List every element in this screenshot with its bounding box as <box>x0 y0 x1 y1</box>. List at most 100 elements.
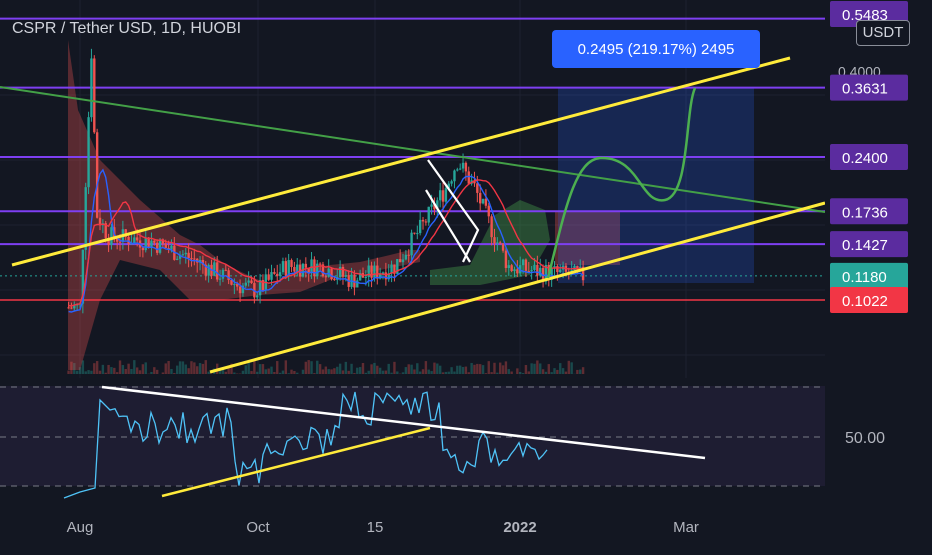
candle-body <box>376 266 378 279</box>
volume-bar <box>145 362 147 374</box>
volume-bar <box>445 372 447 374</box>
volume-bar <box>339 364 341 374</box>
volume-bar <box>542 369 544 374</box>
volume-bar <box>430 371 432 374</box>
volume-bar <box>359 367 361 374</box>
volume-bar <box>376 366 378 374</box>
volume-bar <box>419 372 421 374</box>
candle-body <box>233 284 235 285</box>
candle-body <box>93 58 95 132</box>
time-tick: Oct <box>246 519 270 536</box>
volume-bar <box>485 373 487 374</box>
candle-body <box>190 258 192 259</box>
time-tick: Aug <box>67 519 94 536</box>
candle-body <box>290 260 292 267</box>
volume-bar <box>499 363 501 374</box>
candle-body <box>442 190 444 201</box>
volume-bar <box>93 363 95 374</box>
candle-body <box>419 220 421 233</box>
candle-body <box>325 276 327 277</box>
volume-bar <box>330 369 332 374</box>
volume-bar <box>119 360 121 374</box>
candle-body <box>559 270 561 272</box>
price-chart[interactable]: 0.54830.40000.36310.24000.17360.14270.11… <box>0 0 932 550</box>
candle-body <box>345 275 347 277</box>
volume-bar <box>233 373 235 374</box>
volume-bar <box>545 372 547 374</box>
volume-bar <box>196 366 198 374</box>
candle-body <box>182 254 184 255</box>
chart-stage: 0.54830.40000.36310.24000.17360.14270.11… <box>0 0 932 550</box>
volume-bar <box>510 371 512 374</box>
candle-body <box>490 216 492 237</box>
currency-button[interactable]: USDT <box>856 20 910 46</box>
volume-bar <box>470 363 472 374</box>
volume-bar <box>199 363 201 374</box>
candle-body <box>465 163 467 172</box>
volume-bar <box>490 372 492 374</box>
volume-bar <box>347 371 349 374</box>
volume-bar <box>205 360 207 374</box>
candle-body <box>493 237 495 243</box>
candle-body <box>525 260 527 271</box>
volume-bar <box>382 371 384 374</box>
volume-bar <box>319 364 321 374</box>
volume-bar <box>153 367 155 374</box>
time-tick: Mar <box>673 519 699 536</box>
volume-bar <box>536 360 538 374</box>
volume-bar <box>327 369 329 374</box>
candle-body <box>85 187 87 250</box>
candle-body <box>485 199 487 206</box>
volume-bar <box>519 372 521 374</box>
volume-bar <box>279 373 281 374</box>
volume-bar <box>305 362 307 374</box>
volume-bar <box>448 372 450 374</box>
candle-body <box>476 183 478 193</box>
volume-bar <box>576 370 578 374</box>
volume-bar <box>465 367 467 374</box>
candle-body <box>250 281 252 283</box>
candle-body <box>165 244 167 248</box>
volume-bar <box>533 364 535 374</box>
volume-bar <box>362 363 364 374</box>
candle-body <box>339 267 341 277</box>
volume-bar <box>459 366 461 374</box>
volume-bar <box>450 367 452 374</box>
volume-bar <box>293 371 295 374</box>
candle-body <box>365 277 367 278</box>
projection-label: 0.2495 (219.17%) 2495 <box>578 41 735 58</box>
candle-body <box>536 265 538 276</box>
candle-body <box>187 253 189 258</box>
volume-bar <box>87 370 89 374</box>
candle-body <box>213 262 215 275</box>
volume-bar <box>107 365 109 374</box>
volume-bar <box>225 372 227 374</box>
volume-bar <box>333 368 335 374</box>
volume-bar <box>428 370 430 374</box>
volume-bar <box>473 365 475 374</box>
volume-bar <box>422 369 424 374</box>
volume-bar <box>290 370 292 374</box>
candle-body <box>119 242 121 243</box>
volume-bar <box>167 361 169 374</box>
candle-body <box>153 241 155 243</box>
volume-bar <box>310 361 312 374</box>
candle-body <box>247 281 249 283</box>
candle-body <box>316 264 318 277</box>
candle-body <box>413 233 415 234</box>
candle-body <box>156 243 158 253</box>
candle-body <box>330 268 332 279</box>
volume-bar <box>342 370 344 374</box>
volume-bar <box>187 368 189 374</box>
volume-bar <box>265 369 267 374</box>
volume-bar <box>302 370 304 374</box>
rsi-axis-label: 50.00 <box>845 430 885 447</box>
candle-body <box>305 264 307 268</box>
price-badge-label: 0.3631 <box>842 81 888 98</box>
volume-bar <box>388 364 390 374</box>
candle-body <box>219 279 221 280</box>
volume-bar <box>156 370 158 374</box>
candle-body <box>225 270 227 271</box>
candle-body <box>428 207 430 223</box>
volume-bar <box>285 360 287 374</box>
